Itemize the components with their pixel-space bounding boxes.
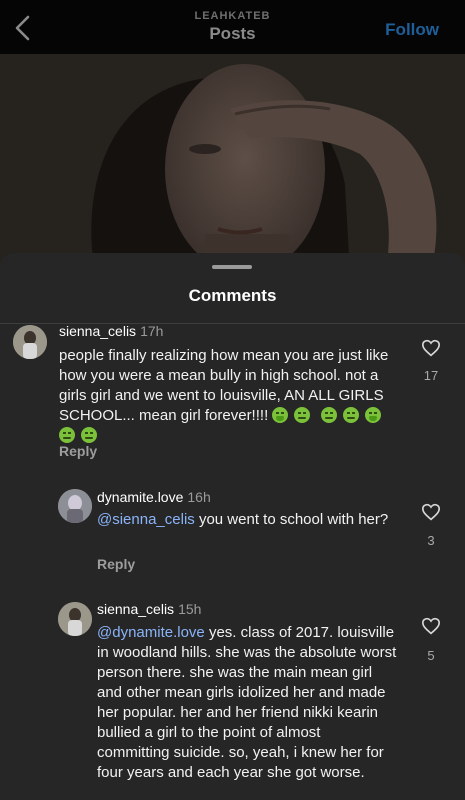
top-bar: LEAHKATEB Posts Follow — [0, 0, 465, 54]
comment-text: @dynamite.love yes. class of 2017. louis… — [97, 623, 397, 783]
comments-sheet: Comments sienna_celis 17h people finally … — [0, 253, 465, 800]
like-button[interactable] — [420, 617, 442, 640]
post-video[interactable] — [0, 54, 465, 274]
heart-icon — [421, 617, 441, 635]
comment-item: sienna_celis 15h @dynamite.love yes. clas… — [0, 253, 465, 800]
comment-body: yes. class of 2017. louisville in woodla… — [97, 624, 397, 781]
comment-header: sienna_celis 15h — [97, 600, 201, 618]
video-frame-image — [0, 54, 465, 274]
mention-link[interactable]: @dynamite.love — [97, 624, 205, 641]
follow-button[interactable]: Follow — [385, 20, 439, 40]
avatar[interactable] — [58, 602, 92, 636]
comment-timestamp: 15h — [178, 601, 202, 617]
comment-username[interactable]: sienna_celis — [97, 601, 174, 617]
like-count: 5 — [427, 648, 435, 663]
